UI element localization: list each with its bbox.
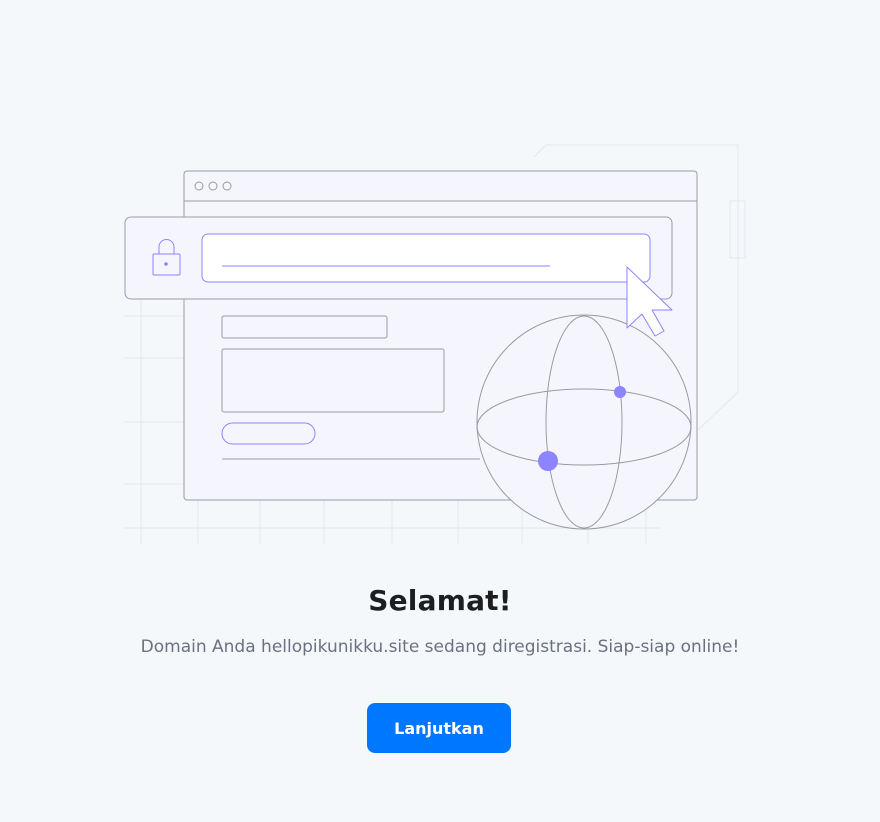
success-page: Selamat! Domain Anda hellopikunikku.site… <box>0 0 880 822</box>
globe-icon <box>476 314 692 530</box>
continue-button[interactable]: Lanjutkan <box>367 703 511 753</box>
registration-message: Domain Anda hellopikunikku.site sedang d… <box>140 637 740 657</box>
domain-registration-illustration <box>124 144 746 544</box>
address-bar-illustration <box>124 216 673 300</box>
page-title: Selamat! <box>368 584 512 617</box>
